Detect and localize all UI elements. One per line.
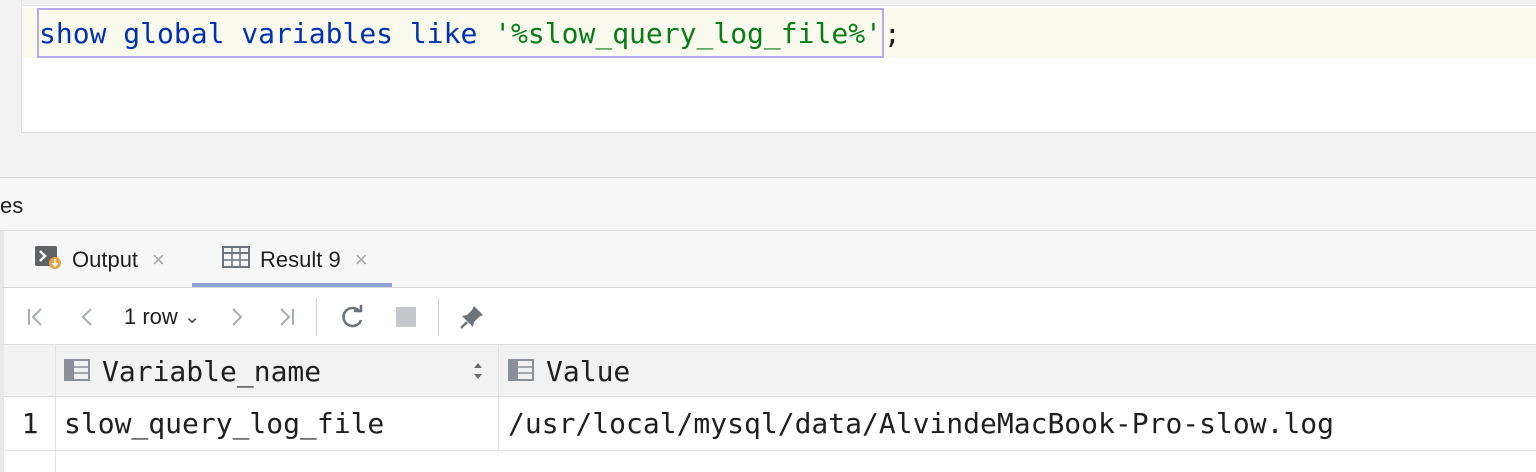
close-icon[interactable]: × bbox=[355, 247, 368, 273]
sql-keyword-variables: variables bbox=[241, 16, 394, 50]
active-tab-indicator bbox=[192, 283, 392, 287]
services-toolwindow-header: es bbox=[0, 178, 1536, 231]
next-page-icon[interactable] bbox=[220, 288, 252, 345]
editor-gutter bbox=[0, 0, 22, 133]
tab-output-label: Output bbox=[72, 246, 139, 272]
toolbar-divider bbox=[438, 298, 439, 336]
selected-statement[interactable]: show global variables like '%slow_query_… bbox=[37, 8, 884, 58]
toolbar-divider bbox=[316, 298, 317, 336]
pin-icon[interactable] bbox=[454, 288, 490, 345]
close-icon[interactable]: × bbox=[152, 247, 165, 273]
first-page-icon[interactable] bbox=[20, 288, 52, 345]
row-number: 1 bbox=[21, 407, 39, 440]
editor-top-border bbox=[0, 0, 1536, 6]
services-title: es bbox=[0, 193, 24, 218]
sql-keyword-like: like bbox=[409, 16, 478, 50]
row-count-label: 1 row bbox=[124, 303, 178, 329]
column-icon bbox=[508, 355, 546, 388]
column-header-value[interactable]: Value bbox=[508, 345, 630, 397]
column-header-label: Variable_name bbox=[102, 354, 322, 388]
refresh-icon[interactable] bbox=[334, 288, 370, 345]
column-header-label: Value bbox=[546, 354, 631, 388]
tab-result-label: Result 9 bbox=[260, 246, 341, 272]
tab-output[interactable]: Output × bbox=[34, 231, 165, 288]
sql-keyword-show: show bbox=[39, 16, 107, 50]
table-cell-variable-name[interactable]: slow_query_log_file bbox=[64, 397, 384, 450]
sql-editor[interactable]: show global variables like '%slow_query_… bbox=[0, 0, 1536, 133]
table-icon bbox=[222, 245, 250, 275]
previous-page-icon[interactable] bbox=[72, 288, 104, 345]
results-tab-bar: Output × Result 9 × bbox=[0, 231, 1536, 288]
sql-statement-line[interactable]: show global variables like '%slow_query_… bbox=[37, 8, 901, 58]
sort-icon[interactable] bbox=[472, 360, 484, 382]
row-count-selector[interactable]: 1 row ⌄ bbox=[124, 288, 201, 345]
column-separator[interactable] bbox=[498, 345, 499, 450]
sql-keyword-global: global bbox=[123, 16, 225, 50]
sql-string-literal: '%slow_query_log_file%' bbox=[494, 16, 882, 50]
editor-results-splitter[interactable] bbox=[0, 133, 1536, 178]
sql-semicolon: ; bbox=[883, 16, 901, 50]
column-header-variable-name[interactable]: Variable_name bbox=[64, 345, 321, 397]
column-icon bbox=[64, 355, 102, 388]
row-divider bbox=[4, 450, 1536, 451]
results-grid[interactable]: Variable_name Value 1 slow_query_log_fil… bbox=[0, 345, 1536, 472]
results-toolbar: 1 row ⌄ bbox=[0, 288, 1536, 345]
last-page-icon[interactable] bbox=[270, 288, 302, 345]
table-cell-value[interactable]: /usr/local/mysql/data/AlvindeMacBook-Pro… bbox=[508, 397, 1334, 450]
chevron-down-icon: ⌄ bbox=[183, 306, 201, 328]
stop-icon[interactable] bbox=[388, 288, 424, 345]
tab-result-9[interactable]: Result 9 × bbox=[222, 231, 368, 288]
console-output-icon bbox=[34, 244, 62, 276]
